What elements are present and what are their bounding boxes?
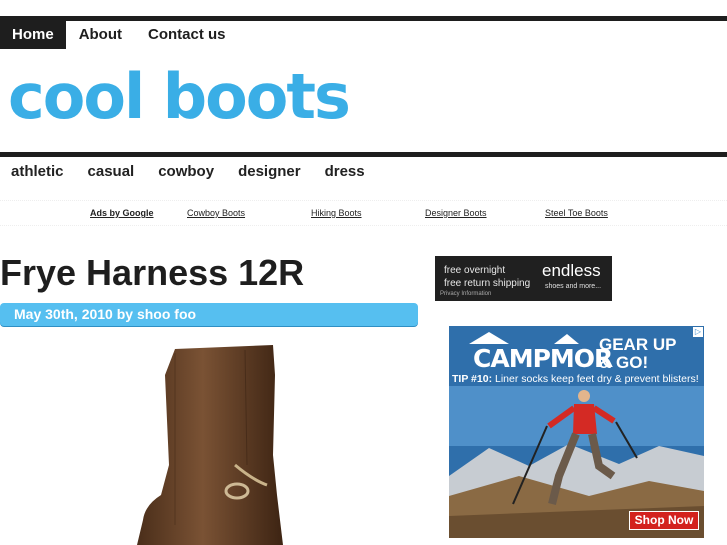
category-border xyxy=(0,152,727,157)
ad-link-cowboy-boots[interactable]: Cowboy Boots xyxy=(187,208,245,218)
campmor-tagline-line1: GEAR UP xyxy=(599,335,677,354)
endless-ad-line2: free return shipping xyxy=(444,278,531,289)
shop-now-button[interactable]: Shop Now xyxy=(629,511,699,530)
endless-subtitle: shoes and more... xyxy=(545,283,602,290)
google-ad-links: Ads by Google Cowboy Boots Hiking Boots … xyxy=(0,200,727,226)
adchoices-icon[interactable]: ▷ xyxy=(693,327,703,337)
campmor-tip-label: TIP #10: xyxy=(452,373,493,385)
endless-brand: endless xyxy=(542,261,601,280)
post-title[interactable]: Frye Harness 12R xyxy=(0,252,304,294)
category-designer-link[interactable]: designer xyxy=(227,160,314,184)
campmor-ad-banner[interactable]: CAMPMOR GEAR UP & GO! TIP #10: Liner soc… xyxy=(449,326,704,538)
ad-link-designer-boots[interactable]: Designer Boots xyxy=(425,208,487,218)
nav-contact-link[interactable]: Contact us xyxy=(135,21,239,49)
nav-about-link[interactable]: About xyxy=(66,21,135,49)
top-nav: Home About Contact us xyxy=(0,21,239,49)
ads-by-google-link[interactable]: Ads by Google xyxy=(90,208,154,218)
category-nav: athletic casual cowboy designer dress xyxy=(0,160,378,184)
category-casual-link[interactable]: casual xyxy=(77,160,148,184)
endless-ad-line1: free overnight xyxy=(444,265,506,276)
ad-link-hiking-boots[interactable]: Hiking Boots xyxy=(311,208,362,218)
nav-home-link[interactable]: Home xyxy=(0,21,66,49)
category-athletic-link[interactable]: athletic xyxy=(0,160,77,184)
boot-product-image xyxy=(137,345,283,545)
ad-link-steel-toe-boots[interactable]: Steel Toe Boots xyxy=(545,208,608,218)
campmor-tip: TIP #10: Liner socks keep feet dry & pre… xyxy=(452,373,699,385)
category-cowboy-link[interactable]: cowboy xyxy=(147,160,227,184)
campmor-tip-text: Liner socks keep feet dry & prevent blis… xyxy=(495,373,699,385)
campmor-brand: CAMPMOR xyxy=(473,344,613,373)
campmor-tagline-line2: & GO! xyxy=(599,353,649,372)
post-meta-text: May 30th, 2010 by shoo foo xyxy=(14,306,197,322)
endless-privacy-link[interactable]: Privacy Information xyxy=(440,291,491,297)
site-logo[interactable]: cool boots xyxy=(8,66,351,128)
post-meta-bar: May 30th, 2010 by shoo foo xyxy=(0,303,418,326)
category-dress-link[interactable]: dress xyxy=(314,160,378,184)
endless-ad-text: free overnight free return shipping xyxy=(444,264,530,290)
campmor-tagline: GEAR UP & GO! xyxy=(599,336,699,372)
endless-ad-banner[interactable]: free overnight free return shipping Priv… xyxy=(435,256,612,301)
